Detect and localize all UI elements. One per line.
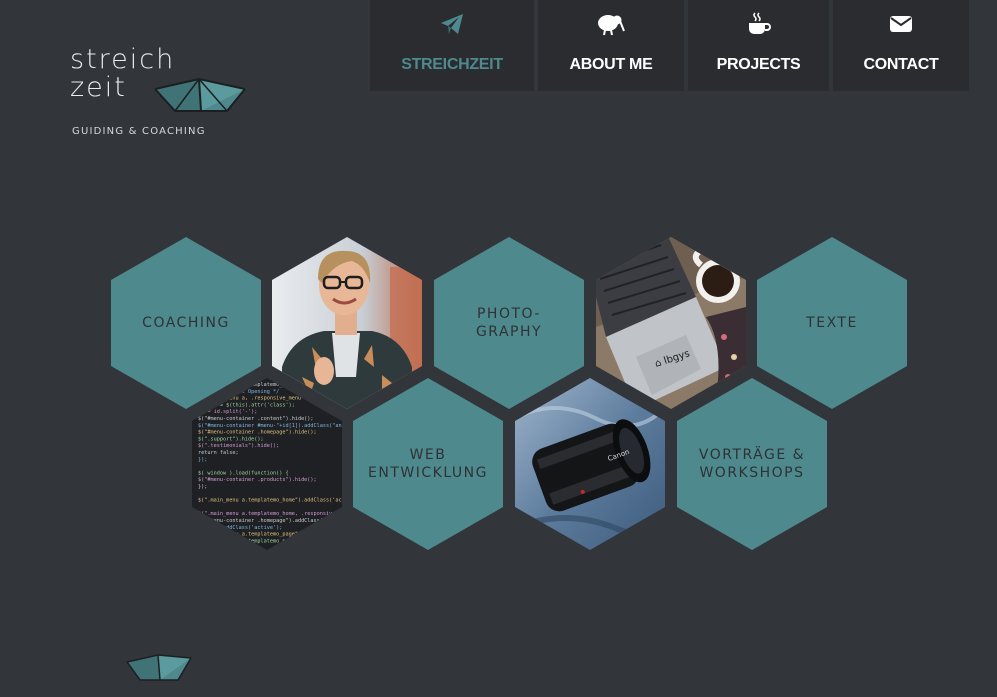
code-line: $(this).addClass('active'); bbox=[198, 525, 282, 531]
code-line: return false; bbox=[198, 450, 239, 456]
code-line: $("#menu-container #menu-"+id[1]).addCla… bbox=[198, 423, 342, 429]
code-line: $(".testimonials").hide(); bbox=[198, 443, 279, 449]
code-line: $("#menu-container .homepage").addClass(… bbox=[198, 518, 326, 524]
code-line: id = id.split('-'); bbox=[198, 409, 257, 415]
nav-item-streichzeit[interactable]: STREICHZEIT bbox=[370, 0, 534, 91]
code-line: $(".main_menu a.templatemo_home").addCla… bbox=[198, 498, 342, 504]
tile-web-entwicklung[interactable]: WEB ENTWICKLUNG bbox=[353, 378, 503, 550]
nav-item-about-me[interactable]: ABOUT ME bbox=[538, 0, 684, 91]
tile-label: WEB ENTWICKLUNG bbox=[368, 447, 488, 481]
kiwi-bird-icon bbox=[597, 12, 625, 36]
nav-item-contact[interactable]: CONTACT bbox=[833, 0, 969, 91]
brand-name-line2: zeit bbox=[70, 72, 127, 103]
code-line: }); bbox=[198, 457, 207, 463]
code-line: $("#menu-container .products").hide(); bbox=[198, 477, 317, 483]
nav-label: ABOUT ME bbox=[569, 56, 653, 73]
coffee-cup-icon bbox=[747, 12, 771, 36]
paper-boat-icon bbox=[126, 654, 192, 681]
paper-boat-icon bbox=[154, 77, 246, 112]
brand-logo[interactable]: streich zeit Guiding & Coaching bbox=[70, 44, 250, 144]
code-line: $(".main_menu a.templatemo_home") bbox=[198, 382, 301, 388]
main-nav: STREICHZEIT ABOUT ME PROJECTS CONTACT bbox=[370, 0, 969, 91]
tile-label: VORTRÄGE & WORKSHOPS bbox=[698, 447, 806, 481]
code-line: $(".support").hide(); bbox=[198, 436, 264, 442]
tile-lens-photo[interactable]: Canon bbox=[515, 378, 665, 550]
code-line: $("#menu-container .content").hide(); bbox=[198, 416, 314, 422]
code-line: /* Menu Content Opening */ bbox=[198, 389, 279, 395]
code-line: $( window ).load(function() { bbox=[198, 470, 289, 476]
code-line: $("#menu-container .homepage").hide(); bbox=[198, 430, 317, 436]
nav-label: STREICHZEIT bbox=[401, 56, 503, 73]
code-line: }); bbox=[198, 484, 207, 490]
code-editor-photo: $(".main_menu a.templatemo_home") /* Men… bbox=[192, 378, 342, 550]
nav-item-projects[interactable]: PROJECTS bbox=[688, 0, 829, 91]
code-line: $(".main_menu a, .responsive_menu a").cl… bbox=[198, 396, 335, 402]
nav-label: PROJECTS bbox=[716, 56, 801, 73]
nav-label: CONTACT bbox=[863, 56, 939, 73]
code-line: $(".main_menu a.templatemo_page") bbox=[198, 532, 301, 538]
code-line: $(".main_menu a.templatemo_home, .respon… bbox=[198, 511, 342, 517]
tile-vortraege-workshops[interactable]: VORTRÄGE & WORKSHOPS bbox=[677, 378, 827, 550]
code-line: var id = $(this).attr('class'); bbox=[198, 402, 295, 408]
code-line: $(".main_menu a.templatemo_page") bbox=[198, 538, 301, 544]
tile-code-photo[interactable]: $(".main_menu a.templatemo_home") /* Men… bbox=[192, 378, 342, 550]
brand-tagline: Guiding & Coaching bbox=[72, 126, 206, 137]
camera-lens-photo: Canon bbox=[515, 378, 665, 550]
brand-name-line1: streich bbox=[70, 44, 176, 75]
paper-plane-icon bbox=[440, 12, 464, 36]
envelope-icon bbox=[889, 12, 913, 36]
